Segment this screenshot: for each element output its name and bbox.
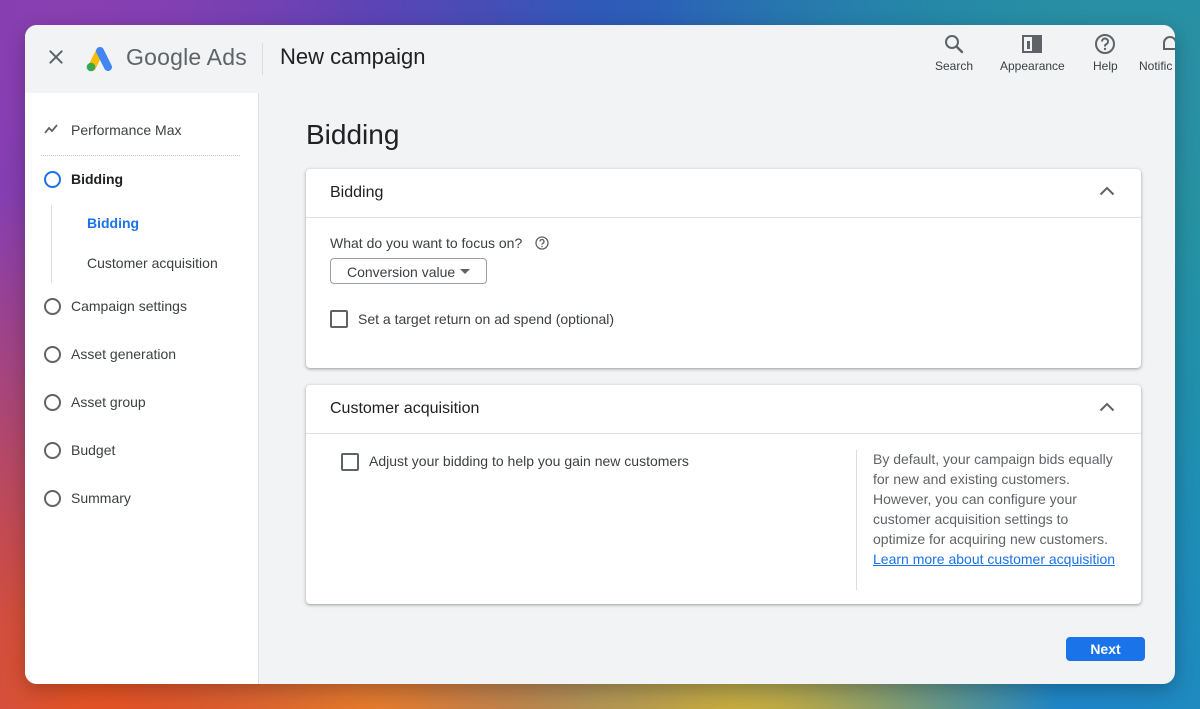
- trend-icon: [44, 124, 58, 134]
- sidebar-item-budget[interactable]: Budget: [25, 435, 258, 465]
- sidebar-subitem-bidding[interactable]: Bidding: [87, 215, 139, 231]
- sidebar-item-campaign-settings[interactable]: Campaign settings: [25, 291, 258, 321]
- page-title: New campaign: [280, 44, 426, 69]
- sidebar-item-label: Campaign settings: [71, 298, 187, 314]
- notifications-tool[interactable]: Notific: [1139, 33, 1175, 73]
- google-ads-logo: [86, 47, 112, 72]
- step-circle-icon: [44, 442, 61, 459]
- sidebar-item-label: Summary: [71, 490, 131, 506]
- sidebar-item-label: Asset generation: [71, 346, 177, 362]
- app-window: Google Ads New campaign Search Appearanc…: [25, 25, 1175, 684]
- help-icon[interactable]: [535, 236, 549, 250]
- new-customers-checkbox[interactable]: [341, 453, 359, 471]
- step-circle-icon: [44, 171, 61, 188]
- focus-dropdown-value: Conversion value: [347, 264, 456, 280]
- customer-acquisition-card-header[interactable]: Customer acquisition: [306, 385, 1141, 434]
- help-tool[interactable]: Help: [1093, 33, 1118, 73]
- header-divider: [262, 43, 263, 75]
- main-heading: Bidding: [306, 119, 400, 150]
- step-circle-icon: [44, 394, 61, 411]
- customer-acquisition-card-title: Customer acquisition: [330, 400, 480, 417]
- bidding-card: Bidding What do you want to focus on? Co…: [306, 169, 1141, 368]
- step-circle-icon: [44, 490, 61, 507]
- info-separator: [856, 450, 857, 590]
- sidebar-subitem-customer-acquisition[interactable]: Customer acquisition: [87, 255, 218, 271]
- top-bar: Google Ads New campaign Search Appearanc…: [25, 25, 1175, 93]
- new-customers-label: Adjust your bidding to help you gain new…: [369, 453, 689, 469]
- sidebar-item-label: Budget: [71, 442, 116, 458]
- search-tool[interactable]: Search: [935, 33, 973, 73]
- appearance-tool-label: Appearance: [1000, 59, 1065, 73]
- close-icon[interactable]: [46, 47, 66, 67]
- sidebar-item-label: Asset group: [71, 394, 146, 410]
- chevron-up-icon[interactable]: [1099, 402, 1115, 412]
- focus-question-label: What do you want to focus on?: [330, 235, 523, 251]
- brand-name: Google Ads: [126, 44, 247, 70]
- customer-acquisition-card: Customer acquisition Adjust your bidding…: [306, 385, 1141, 604]
- sub-nav-line: [51, 205, 52, 283]
- sidebar: Performance Max Bidding Bidding Customer…: [25, 93, 259, 684]
- focus-dropdown[interactable]: Conversion value: [330, 258, 487, 284]
- bidding-card-title: Bidding: [330, 184, 384, 201]
- sidebar-item-summary[interactable]: Summary: [25, 483, 258, 513]
- sidebar-campaign-type[interactable]: Performance Max: [25, 115, 258, 145]
- appearance-icon: [1022, 35, 1043, 53]
- campaign-type-label: Performance Max: [71, 122, 182, 138]
- step-circle-icon: [44, 346, 61, 363]
- target-roas-checkbox[interactable]: [330, 310, 348, 328]
- next-button[interactable]: Next: [1066, 637, 1145, 661]
- search-tool-label: Search: [935, 59, 974, 73]
- help-tool-label: Help: [1093, 59, 1118, 73]
- chevron-up-icon[interactable]: [1099, 186, 1115, 196]
- acquisition-info-text: By default, your campaign bids equally f…: [873, 449, 1118, 569]
- bell-icon: [1163, 36, 1175, 50]
- search-icon: [945, 35, 964, 54]
- caret-down-icon: [460, 269, 470, 274]
- target-roas-label: Set a target return on ad spend (optiona…: [358, 311, 615, 327]
- notifications-tool-label: Notific: [1139, 59, 1173, 73]
- sidebar-item-label: Bidding: [71, 171, 124, 187]
- bidding-card-header[interactable]: Bidding: [306, 169, 1141, 218]
- sidebar-item-bidding[interactable]: Bidding: [25, 164, 258, 194]
- appearance-tool[interactable]: Appearance: [1000, 33, 1065, 73]
- learn-more-link[interactable]: Learn more about customer acquisition: [873, 551, 1115, 567]
- acquisition-info-body: By default, your campaign bids equally f…: [873, 451, 1113, 547]
- sidebar-item-asset-generation[interactable]: Asset generation: [25, 339, 258, 369]
- help-icon: [1095, 34, 1116, 54]
- step-circle-icon: [44, 298, 61, 315]
- sidebar-divider: [41, 155, 240, 156]
- sidebar-item-asset-group[interactable]: Asset group: [25, 387, 258, 417]
